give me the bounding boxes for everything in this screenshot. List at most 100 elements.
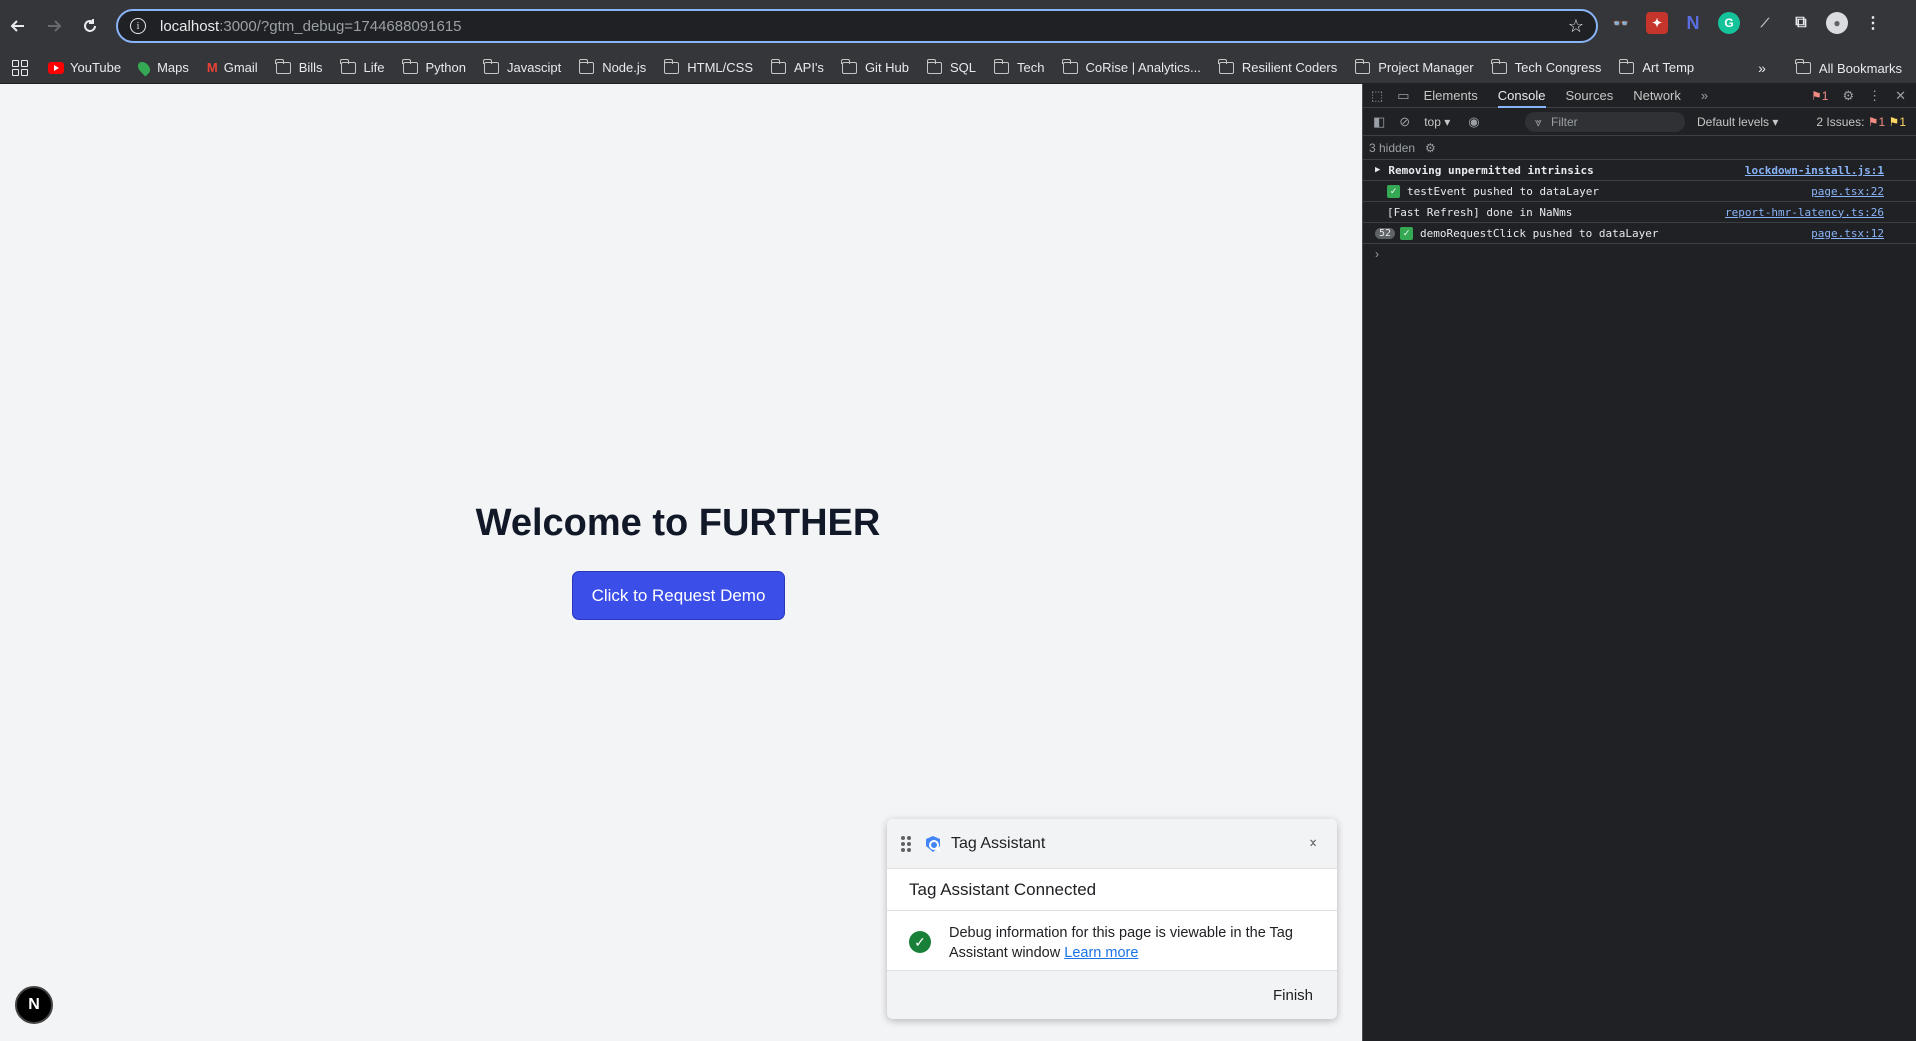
context-selector[interactable]: top ▾ bbox=[1424, 115, 1450, 129]
bookmark-label: Maps bbox=[157, 60, 189, 75]
tag-assistant-message: ✓ Debug information for this page is vie… bbox=[887, 911, 1337, 971]
bookmark-label: Art Temp bbox=[1642, 60, 1695, 75]
clear-console-icon[interactable]: ⊘ bbox=[1399, 114, 1410, 130]
log-source-link[interactable]: page.tsx:22 bbox=[1811, 185, 1884, 198]
issues-counter[interactable]: 2 Issues: ⚑1 ⚑1 bbox=[1816, 115, 1906, 129]
check-mark-icon: ✓ bbox=[1400, 226, 1414, 240]
profile-avatar[interactable]: ● bbox=[1826, 12, 1848, 34]
bookmark-folder[interactable]: Tech bbox=[993, 58, 1045, 75]
extension-glasses-icon[interactable]: 👓 bbox=[1610, 12, 1632, 34]
folder-icon bbox=[663, 58, 680, 74]
bookmark-folder[interactable]: Project Manager bbox=[1354, 58, 1474, 75]
console-log-row: 52 ✓ demoRequestClick pushed to dataLaye… bbox=[1363, 223, 1916, 244]
bookmark-label: CoRise | Analytics... bbox=[1085, 60, 1201, 75]
log-message: testEvent pushed to dataLayer bbox=[1407, 184, 1600, 198]
bookmark-label: Gmail bbox=[223, 60, 258, 75]
bookmark-label: Tech Congress bbox=[1514, 60, 1602, 75]
learn-more-link[interactable]: Learn more bbox=[1064, 945, 1138, 961]
bookmark-folder[interactable]: Javascipt bbox=[483, 58, 561, 75]
bookmark-folder[interactable]: Tech Congress bbox=[1491, 58, 1602, 75]
tab-elements[interactable]: Elements bbox=[1424, 84, 1478, 108]
log-message: demoRequestClick pushed to dataLayer bbox=[1420, 226, 1659, 240]
sidebar-toggle-icon[interactable]: ◧ bbox=[1373, 114, 1385, 130]
bookmark-folder[interactable]: CoRise | Analytics... bbox=[1062, 58, 1201, 75]
bookmark-folder[interactable]: Node.js bbox=[578, 58, 646, 75]
extension-pen-icon[interactable]: ⟋ bbox=[1754, 12, 1776, 34]
bookmark-folder[interactable]: SQL bbox=[926, 58, 976, 75]
console-log-row: [Fast Refresh] done in NaNms report-hmr-… bbox=[1363, 202, 1916, 223]
folder-icon bbox=[841, 58, 857, 74]
forward-button[interactable] bbox=[36, 8, 72, 44]
console-settings-gear-icon[interactable]: ⚙ bbox=[1425, 141, 1436, 155]
youtube-icon bbox=[48, 61, 64, 74]
tab-sources[interactable]: Sources bbox=[1566, 84, 1614, 108]
tag-assistant-logo-icon bbox=[926, 835, 941, 852]
nextjs-dev-badge[interactable]: N bbox=[15, 986, 53, 1024]
bookmark-label: Project Manager bbox=[1378, 60, 1474, 75]
log-levels-dropdown[interactable]: Default levels ▾ bbox=[1697, 115, 1778, 129]
log-source-link[interactable]: report-hmr-latency.ts:26 bbox=[1725, 206, 1884, 219]
all-bookmarks[interactable]: All Bookmarks bbox=[1795, 59, 1902, 76]
extensions-area: 👓 ✦ N G ⟋ ⧉ ● ⋮ bbox=[1610, 12, 1884, 34]
apps-grid-icon[interactable] bbox=[12, 59, 28, 76]
live-expression-eye-icon[interactable]: ◉ bbox=[1468, 114, 1479, 130]
console-filter-input[interactable]: ⩔ Filter bbox=[1525, 112, 1685, 132]
filter-placeholder: Filter bbox=[1551, 115, 1578, 129]
back-button[interactable] bbox=[0, 8, 36, 44]
drag-handle-icon[interactable] bbox=[901, 835, 911, 852]
bookmarks-right: » All Bookmarks bbox=[1758, 52, 1902, 84]
bookmark-folder[interactable]: Python bbox=[402, 58, 466, 75]
error-count-badge[interactable]: ⚑1 bbox=[1811, 89, 1828, 103]
devtools-tabbar: ⬚ ▭ Elements Console Sources Network » ⚑… bbox=[1363, 84, 1916, 108]
maps-icon bbox=[135, 59, 153, 76]
issue-warning-badge: ⚑1 bbox=[1888, 115, 1906, 129]
finish-button[interactable]: Finish bbox=[1273, 987, 1313, 1004]
bookmark-folder[interactable]: Life bbox=[340, 58, 385, 75]
extensions-puzzle-icon[interactable]: ⧉ bbox=[1790, 12, 1812, 34]
folder-icon bbox=[402, 58, 418, 74]
bookmark-folder[interactable]: Git Hub bbox=[841, 58, 909, 75]
bookmark-gmail[interactable]: M Gmail bbox=[207, 60, 258, 75]
more-tabs-chevron-icon[interactable]: » bbox=[1701, 88, 1708, 103]
bookmark-maps[interactable]: Maps bbox=[135, 59, 189, 76]
bookmark-star-icon[interactable]: ☆ bbox=[1568, 16, 1584, 37]
request-demo-button[interactable]: Click to Request Demo bbox=[572, 571, 785, 620]
bookmark-folder[interactable]: API's bbox=[770, 58, 824, 75]
browser-menu-icon[interactable]: ⋮ bbox=[1862, 12, 1884, 34]
bookmark-folder[interactable]: HTML/CSS bbox=[663, 58, 753, 75]
hidden-messages-row: 3 hidden ⚙ bbox=[1363, 136, 1916, 160]
folder-icon bbox=[926, 58, 943, 74]
folder-icon bbox=[993, 58, 1010, 74]
reload-button[interactable] bbox=[72, 8, 108, 44]
collapse-toggle-icon[interactable]: ⌄ ⌃ bbox=[1307, 831, 1319, 855]
settings-gear-icon[interactable]: ⚙ bbox=[1842, 88, 1854, 104]
bookmark-folder[interactable]: Art Temp bbox=[1618, 58, 1695, 75]
folder-icon bbox=[1354, 58, 1371, 74]
log-source-link[interactable]: page.tsx:12 bbox=[1811, 227, 1884, 240]
tab-network[interactable]: Network bbox=[1633, 84, 1681, 108]
extension-n-icon[interactable]: N bbox=[1682, 12, 1704, 34]
site-info-icon[interactable]: i bbox=[130, 18, 146, 34]
tag-assistant-footer: Finish bbox=[887, 971, 1337, 1019]
filter-icon: ⩔ bbox=[1535, 115, 1542, 129]
extension-grammarly-icon[interactable]: G bbox=[1718, 12, 1740, 34]
context-label: top bbox=[1424, 114, 1441, 129]
issue-error-badge: ⚑1 bbox=[1867, 115, 1886, 129]
device-toolbar-icon[interactable]: ▭ bbox=[1397, 88, 1409, 104]
inspect-element-icon[interactable]: ⬚ bbox=[1371, 88, 1383, 104]
console-prompt[interactable]: › bbox=[1363, 244, 1916, 264]
bookmark-youtube[interactable]: YouTube bbox=[48, 60, 121, 75]
issues-label: 2 Issues: bbox=[1816, 115, 1865, 129]
address-bar[interactable]: i localhost:3000/?gtm_debug=174468809161… bbox=[116, 9, 1598, 43]
devtools-menu-icon[interactable]: ⋮ bbox=[1868, 88, 1881, 104]
log-source-link[interactable]: lockdown-install.js:1 bbox=[1745, 164, 1884, 177]
extension-red-icon[interactable]: ✦ bbox=[1646, 12, 1668, 34]
folder-icon bbox=[1795, 59, 1811, 74]
bookmark-folder[interactable]: Bills bbox=[275, 58, 323, 75]
tab-console[interactable]: Console bbox=[1497, 84, 1546, 108]
close-devtools-icon[interactable]: ✕ bbox=[1895, 88, 1906, 104]
expand-triangle-icon[interactable]: ▶ bbox=[1375, 165, 1380, 175]
folder-icon bbox=[1491, 58, 1507, 74]
bookmark-folder[interactable]: Resilient Coders bbox=[1218, 58, 1337, 75]
more-bookmarks-chevron-icon[interactable]: » bbox=[1758, 60, 1766, 76]
